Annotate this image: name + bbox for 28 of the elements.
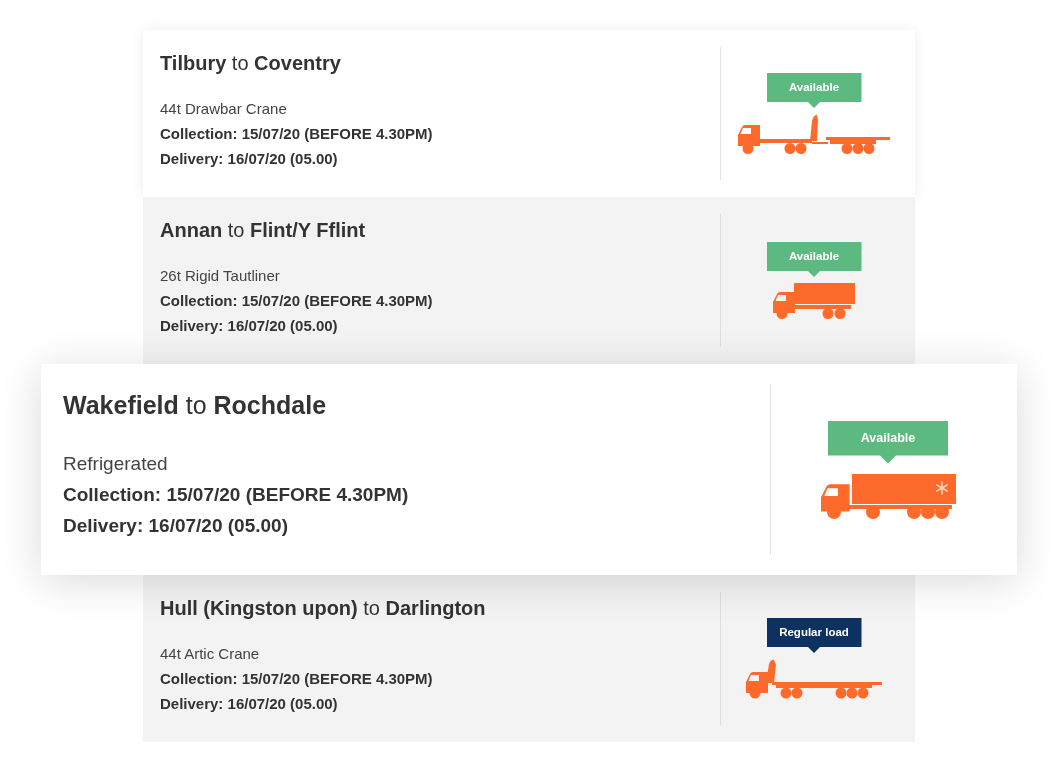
route-title: Wakefield to Rochdale [63,391,328,419]
load-card[interactable]: Hull (Kingston upon) to Darlington 44t Artic Crane Collection: 15/07/20 (BEFORE 4.30PM) Delivery: 16/07/20 (05.00) Regular load [143,575,915,742]
collection-date: Collection: 15/07/20 (BEFORE 4.30PM) [63,483,410,507]
route-title: Annan to Flint/Y Fflint [160,219,367,241]
route-title: Tilbury to Coventry [160,52,342,74]
vehicle-type: Refrigerated [63,452,169,476]
delivery-date: Delivery: 16/07/20 (05.00) [160,316,339,336]
status-tag: Available [828,420,948,464]
collection-date: Collection: 15/07/20 (BEFORE 4.30PM) [160,669,434,689]
load-card[interactable]: Wakefield to Rochdale Refrigerated Collection: 15/07/20 (BEFORE 4.30PM) Delivery: 16/07/20 (05.00) Available [41,364,1017,575]
status-tag: Available [766,242,862,277]
vehicle-type: 44t Drawbar Crane [160,99,288,119]
delivery-date: Delivery: 16/07/20 (05.00) [63,514,289,538]
status-tag: Regular load [766,618,862,653]
vehicle-type: 44t Artic Crane [160,644,261,664]
load-card[interactable]: Tilbury to Coventry 44t Drawbar Crane Collection: 15/07/20 (BEFORE 4.30PM) Delivery: 16/07/20 (05.00) Available [143,30,915,197]
collection-date: Collection: 15/07/20 (BEFORE 4.30PM) [160,124,434,144]
refrigerated-truck-icon [820,473,956,519]
route-title: Hull (Kingston upon) to Darlington [160,597,487,619]
status-tag: Available [766,73,862,108]
delivery-date: Delivery: 16/07/20 (05.00) [160,149,339,169]
collection-date: Collection: 15/07/20 (BEFORE 4.30PM) [160,291,434,311]
crane-truck-with-trailer-icon [738,114,890,154]
box-truck-icon [773,283,855,319]
crane-flatbed-truck-icon [746,659,882,699]
delivery-date: Delivery: 16/07/20 (05.00) [160,694,339,714]
load-card[interactable]: Annan to Flint/Y Fflint 26t Rigid Tautliner Collection: 15/07/20 (BEFORE 4.30PM) Delivery: 16/07/20 (05.00) Available [143,197,915,364]
vehicle-type: 26t Rigid Tautliner [160,266,281,286]
